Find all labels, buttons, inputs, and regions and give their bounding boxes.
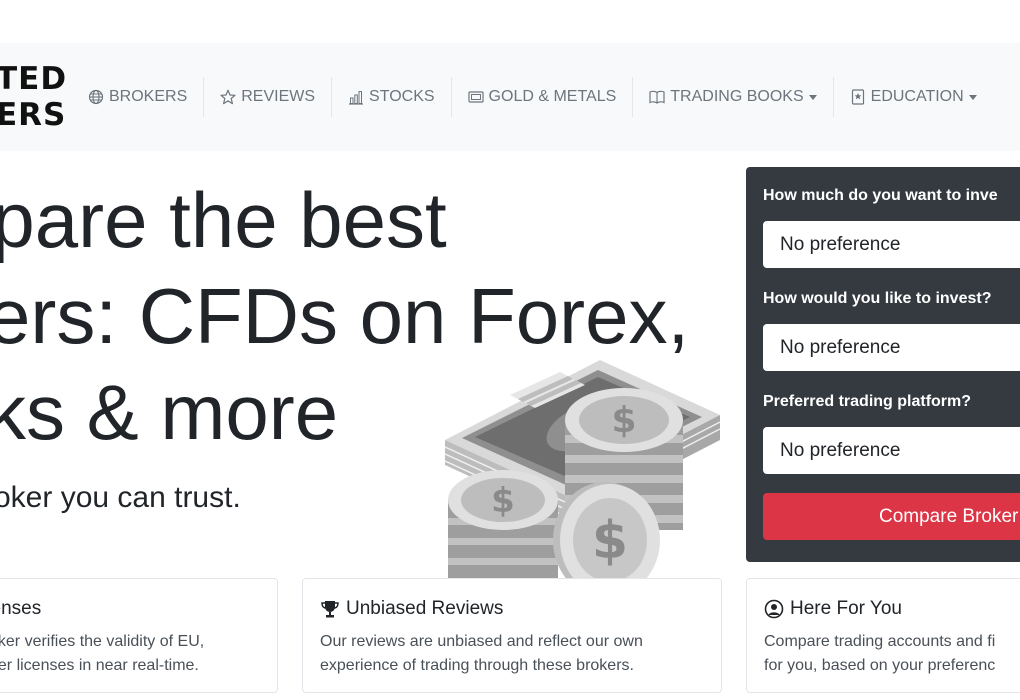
feature-text: Our reviews are unbiased and reflect our… (320, 630, 721, 678)
nav-item-stocks[interactable]: STOCKS (331, 77, 451, 117)
svg-text:$: $ (592, 511, 628, 571)
nav-label: BROKERS (109, 88, 188, 105)
star-icon (220, 89, 236, 105)
page: TED ERS BROKERS REVIEWS STOCKS GOLD & ME… (0, 0, 1020, 700)
hero-subtitle: oker you can trust. (0, 481, 241, 514)
money-illustration: $ $ $ (444, 360, 721, 585)
feature-title-row: Unbiased Reviews (320, 597, 721, 621)
bookmark-icon (850, 89, 866, 105)
feature-text-line: experience of trading through these brok… (320, 657, 634, 674)
book-icon (649, 89, 665, 105)
feature-text: Compare trading accounts and fi for you,… (764, 630, 1020, 678)
feature-title: censes (0, 598, 42, 619)
nav-label: STOCKS (369, 88, 435, 105)
svg-text:$: $ (611, 400, 636, 441)
globe-icon (88, 89, 104, 105)
nav-item-reviews[interactable]: REVIEWS (203, 77, 331, 117)
nav-item-trading-books[interactable]: TRADING BOOKS (632, 77, 832, 117)
svg-text:$: $ (491, 481, 515, 521)
feature-title-row: Here For You (764, 597, 1020, 621)
trading-platform-label: Preferred trading platform? (763, 393, 972, 410)
feature-title: Here For You (790, 598, 902, 619)
gold-bar-icon (467, 89, 484, 105)
trading-platform-select[interactable]: No preference (763, 427, 1020, 474)
nav-item-education[interactable]: EDUCATION (832, 77, 993, 117)
nav-item-brokers[interactable]: BROKERS (76, 77, 203, 117)
nav-label: EDUCATION (870, 88, 964, 105)
nav-label: TRADING BOOKS (670, 88, 804, 105)
chevron-down-icon (808, 94, 817, 100)
logo-line-1: TED (0, 61, 68, 97)
nav-label: REVIEWS (241, 88, 316, 105)
logo-line-2: ERS (0, 97, 67, 133)
feature-title: Unbiased Reviews (346, 598, 504, 619)
feature-card-licenses: censes ecker verifies the validity of EU… (0, 578, 278, 693)
hero-title-line-1: npare the best (0, 176, 447, 264)
nav-label: GOLD & METALS (488, 88, 617, 105)
investment-method-select[interactable]: No preference (763, 324, 1020, 371)
feature-text-line: oker licenses in near real-time. (0, 657, 199, 674)
site-logo[interactable]: TED ERS (0, 61, 67, 133)
feature-card-here-for-you: Here For You Compare trading accounts an… (746, 578, 1020, 693)
feature-text-line: Our reviews are unbiased and reflect our… (320, 633, 643, 650)
compare-brokers-button[interactable]: Compare Broker (763, 493, 1020, 540)
investment-amount-label: How much do you want to inve (763, 187, 998, 204)
feature-text: ecker verifies the validity of EU, oker … (0, 630, 277, 678)
investment-method-label: How would you like to invest? (763, 290, 992, 307)
chevron-down-icon (968, 94, 977, 100)
navbar: TED ERS BROKERS REVIEWS STOCKS GOLD & ME… (0, 43, 1020, 151)
trophy-icon (320, 599, 340, 619)
main-nav: BROKERS REVIEWS STOCKS GOLD & METALS TRA… (76, 77, 993, 117)
bar-chart-icon (348, 89, 364, 105)
feature-text-line: for you, based on your preferenc (764, 657, 996, 674)
investment-amount-select[interactable]: No preference (763, 221, 1020, 268)
feature-text-line: ecker verifies the validity of EU, (0, 633, 205, 650)
nav-item-gold-metals[interactable]: GOLD & METALS (450, 77, 633, 117)
feature-text-line: Compare trading accounts and fi (764, 633, 996, 650)
feature-card-unbiased-reviews: Unbiased Reviews Our reviews are unbiase… (302, 578, 722, 693)
broker-finder-form: How much do you want to inve No preferen… (746, 167, 1020, 562)
user-circle-icon (764, 599, 784, 619)
